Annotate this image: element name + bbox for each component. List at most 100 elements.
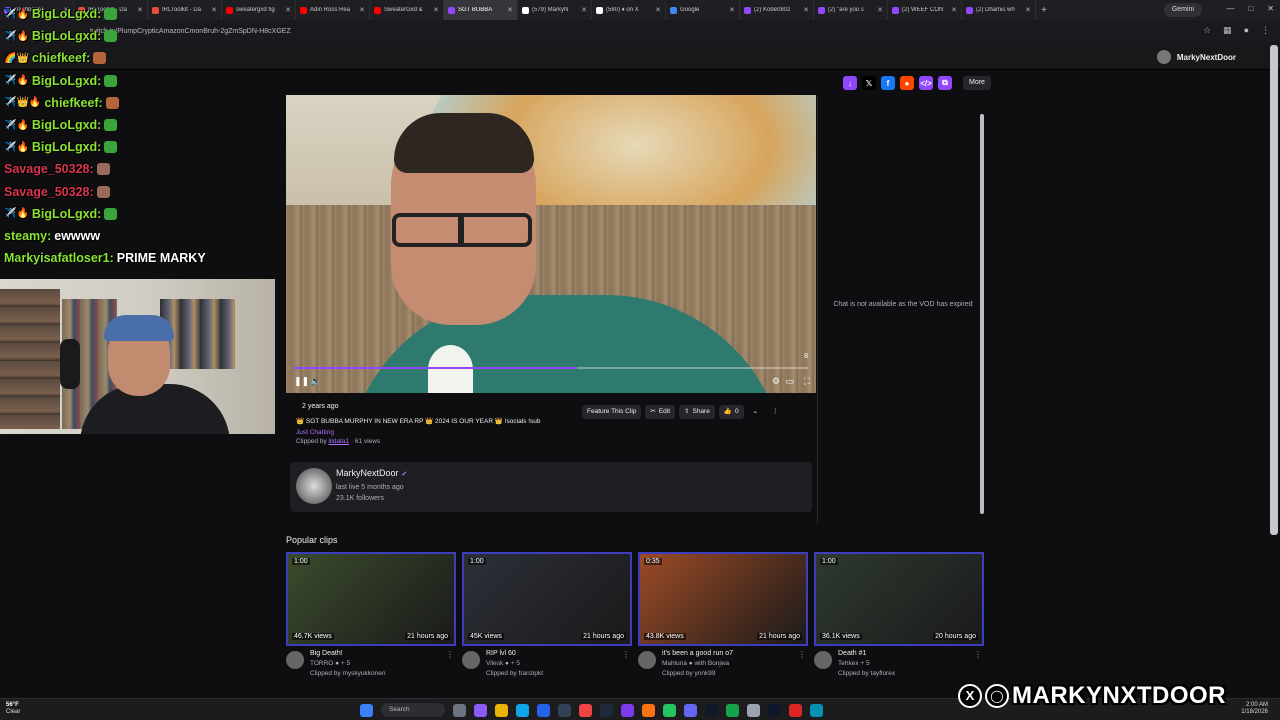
tab-close-icon[interactable]: ✕ [359, 6, 365, 14]
clip-channel[interactable]: Tehkex + 5 [838, 660, 870, 667]
download-icon[interactable]: ↓ [843, 76, 857, 90]
more-options-icon[interactable]: ⋮ [622, 650, 630, 659]
close-window-icon[interactable]: ✕ [1267, 4, 1274, 13]
channel-card[interactable]: MarkyNextDoor ✔ last live 5 months ago 23… [290, 462, 812, 512]
system-clock[interactable]: 2:00 AM 1/18/2026 [1241, 702, 1268, 716]
outlook-icon[interactable] [537, 703, 550, 717]
steam-icon[interactable] [600, 703, 613, 717]
store-icon[interactable] [558, 703, 571, 717]
clip-thumbnail[interactable]: 1:00 45K views 21 hours ago [462, 552, 632, 646]
clip-thumbnail[interactable]: 1:00 36.1K views 20 hours ago [814, 552, 984, 646]
fullscreen-icon[interactable]: ⛶ [804, 376, 810, 387]
avatar[interactable] [462, 651, 480, 669]
clip-title[interactable]: it's been a good run o7 [662, 650, 733, 657]
browser-tab[interactable]: Google ✕ [666, 0, 740, 20]
clip-category-link[interactable]: Just Chatting [296, 429, 816, 436]
copilot-icon[interactable] [474, 703, 487, 717]
teams-icon[interactable] [621, 703, 634, 717]
avatar[interactable] [286, 651, 304, 669]
channel-avatar[interactable] [296, 468, 332, 504]
channel-name[interactable]: MarkyNextDoor [336, 468, 399, 478]
volume-icon[interactable]: 🔈 [310, 376, 321, 387]
tab-close-icon[interactable]: ✕ [951, 6, 957, 14]
x-icon[interactable]: 𝕏 [862, 76, 876, 90]
new-tab-button[interactable]: + [1036, 5, 1052, 16]
discord-icon[interactable] [684, 703, 697, 717]
task-view-icon[interactable] [453, 703, 466, 717]
video-progress-bar[interactable] [294, 367, 808, 369]
browser-tab[interactable]: (2) Dhamis wh ✕ [962, 0, 1036, 20]
more-options-icon[interactable]: ⋮ [767, 405, 784, 419]
app-icon-orange[interactable] [642, 703, 655, 717]
browser-tab[interactable]: (2) Kobe0802 ✕ [740, 0, 814, 20]
clip-title[interactable]: RIP lvl 60 [486, 650, 516, 657]
taskbar-search[interactable]: Search [381, 703, 445, 717]
browser-tab[interactable]: (580) ♦ on X ✕ [592, 0, 666, 20]
bookmark-star-icon[interactable]: ☆ [1203, 25, 1211, 36]
clip-title[interactable]: Big Death! [310, 650, 343, 657]
more-button[interactable]: More [963, 76, 991, 90]
tab-close-icon[interactable]: ✕ [581, 6, 587, 14]
chrome-icon[interactable] [579, 703, 592, 717]
tab-close-icon[interactable]: ✕ [507, 6, 513, 14]
tab-close-icon[interactable]: ✕ [655, 6, 661, 14]
chat-scrollbar-thumb[interactable] [980, 114, 984, 514]
browser-tab[interactable]: SGT BUBBA ✕ [444, 0, 518, 20]
tab-close-icon[interactable]: ✕ [729, 6, 735, 14]
video-player[interactable]: 8 ❚❚ 🔈 ⚙ ▭ ⛶ [286, 95, 816, 393]
embed-icon[interactable]: </> [919, 76, 933, 90]
browser-tab[interactable]: Adin Ross Rea ✕ [296, 0, 370, 20]
profile-icon[interactable]: ● [1244, 25, 1249, 36]
avatar[interactable] [638, 651, 656, 669]
windows-start-icon[interactable] [360, 703, 373, 717]
clip-card[interactable]: 1:00 36.1K views 20 hours ago Death #1 Tehke… [814, 552, 984, 684]
tab-close-icon[interactable]: ✕ [1025, 6, 1031, 14]
app-icon-red[interactable] [789, 703, 802, 717]
app-icon-teal[interactable] [810, 703, 823, 717]
browser-menu-icon[interactable]: ⋮ [1261, 25, 1270, 36]
gemini-button[interactable]: Gemini [1163, 3, 1202, 17]
app-icon-dark[interactable] [768, 703, 781, 717]
clip-thumbnail[interactable]: 1:00 46.7K views 21 hours ago [286, 552, 456, 646]
tab-close-icon[interactable]: ✕ [285, 6, 291, 14]
maximize-icon[interactable]: □ [1248, 4, 1253, 13]
minimize-icon[interactable]: — [1226, 4, 1234, 13]
page-scrollbar[interactable] [1270, 45, 1278, 535]
obs-icon[interactable] [705, 703, 718, 717]
clip-card[interactable]: 0:35 43.8K views 21 hours ago it's been a g… [638, 552, 808, 684]
browser-tab[interactable]: (579) MarkyN ✕ [518, 0, 592, 20]
weather-widget[interactable]: 56°F Clear [6, 702, 20, 716]
tab-close-icon[interactable]: ✕ [877, 6, 883, 14]
app-icon-green[interactable] [726, 703, 739, 717]
clip-channel[interactable]: Vilesk ● + 5 [486, 660, 520, 667]
more-options-icon[interactable]: ⋮ [446, 650, 454, 659]
file-explorer-icon[interactable] [495, 703, 508, 717]
extensions-icon[interactable]: ▦ [1223, 25, 1232, 36]
like-button[interactable]: 👍 0 [718, 405, 744, 419]
tab-close-icon[interactable]: ✕ [433, 6, 439, 14]
browser-tab[interactable]: (2) WEEF CON ✕ [888, 0, 962, 20]
copy-icon[interactable]: ⧉ [938, 76, 952, 90]
clip-card[interactable]: 1:00 46.7K views 21 hours ago Big Death! TOR… [286, 552, 456, 684]
more-options-icon[interactable]: ⋮ [798, 650, 806, 659]
clip-channel[interactable]: TORRO ● + 5 [310, 660, 350, 667]
spotify-icon[interactable] [663, 703, 676, 717]
avatar[interactable] [814, 651, 832, 669]
clipper-link[interactable]: lildata1 [329, 438, 350, 445]
clip-thumbnail[interactable]: 0:35 43.8K views 21 hours ago [638, 552, 808, 646]
browser-tab[interactable]: (2) "are you s ✕ [814, 0, 888, 20]
edge-icon[interactable] [516, 703, 529, 717]
chat-scrollbar[interactable] [979, 100, 985, 520]
feature-clip-button[interactable]: Feature This Clip [582, 405, 642, 419]
pause-icon[interactable]: ❚❚ [294, 376, 309, 387]
edit-button[interactable]: ✂ Edit [645, 405, 676, 419]
settings-gear-icon[interactable]: ⚙ [772, 376, 780, 387]
account-menu[interactable]: MarkyNextDoor [1156, 50, 1236, 64]
facebook-icon[interactable]: f [881, 76, 895, 90]
tab-close-icon[interactable]: ✕ [803, 6, 809, 14]
theatre-mode-icon[interactable]: ▭ [785, 376, 794, 387]
share-button[interactable]: ⇧ Share [679, 405, 715, 419]
clip-card[interactable]: 1:00 45K views 21 hours ago RIP lvl 60 Viles… [462, 552, 632, 684]
clip-title[interactable]: Death #1 [838, 650, 866, 657]
more-options-icon[interactable]: ⋮ [974, 650, 982, 659]
